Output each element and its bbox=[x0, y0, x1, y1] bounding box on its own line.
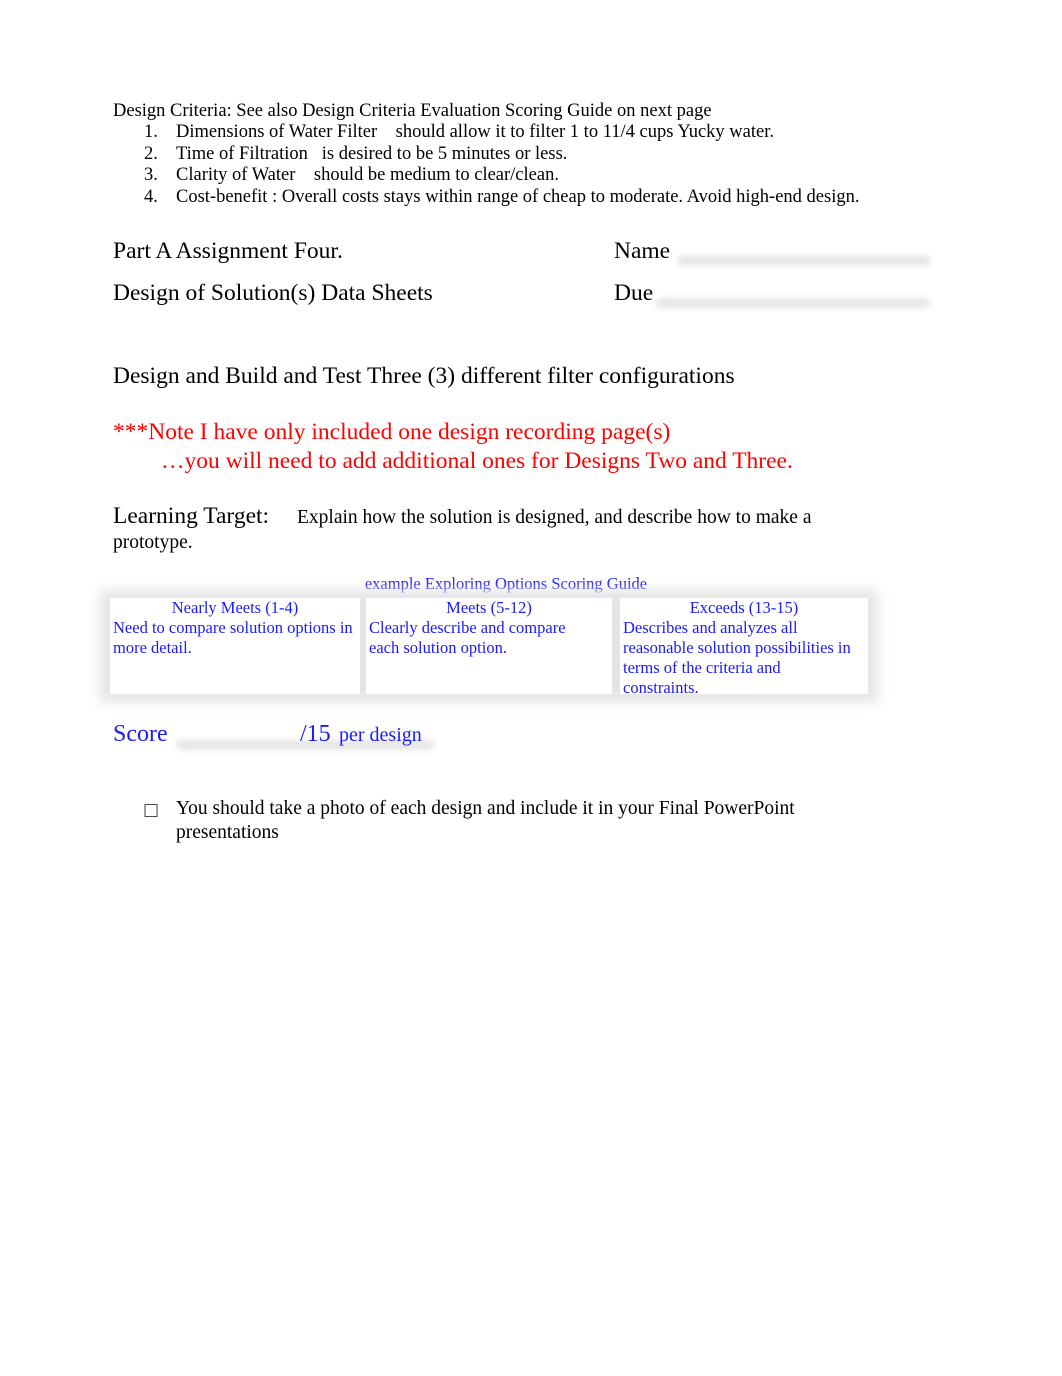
criteria-number: 2. bbox=[144, 143, 158, 164]
column-description: Need to compare solution options in more… bbox=[113, 618, 353, 657]
scoring-column-nearly-meets: Nearly Meets (1-4) Need to compare solut… bbox=[110, 598, 360, 694]
column-heading: Meets (5-12) bbox=[446, 598, 532, 617]
scoring-column-exceeds: Exceeds (13-15) Describes and analyzes a… bbox=[620, 598, 868, 697]
score-label: Score bbox=[113, 721, 168, 747]
learning-target-label: Learning Target: bbox=[113, 503, 270, 529]
criteria-number: 4. bbox=[144, 186, 158, 207]
criteria-number: 3. bbox=[144, 165, 158, 185]
column-heading: Exceeds (13-15) bbox=[689, 598, 799, 617]
criteria-text: Time of Filtration is desired to be 5 mi… bbox=[176, 143, 568, 164]
name-label: Name bbox=[614, 238, 671, 264]
criteria-text: Cost-benefit : Overall costs stays withi… bbox=[176, 186, 860, 207]
assignment-title: Part A Assignment Four. bbox=[113, 238, 343, 264]
score-max: /15 bbox=[300, 721, 331, 747]
learning-target-text-cont: prototype. bbox=[113, 532, 193, 553]
name-field[interactable] bbox=[678, 256, 930, 266]
criteria-text: Dimensions of Water Filter should allow … bbox=[176, 122, 774, 142]
score-suffix: per design bbox=[339, 724, 422, 746]
scoring-column-meets: Meets (5-12) Clearly describe and compar… bbox=[366, 598, 612, 694]
criteria-heading: Design Criteria: See also Design Criteri… bbox=[113, 101, 712, 121]
bullet-icon: □ bbox=[143, 800, 160, 820]
criteria-text: Clarity of Water should be medium to cle… bbox=[176, 165, 559, 185]
instruction-text: Design and Build and Test Three (3) diff… bbox=[113, 363, 735, 389]
criteria-number: 1. bbox=[144, 122, 158, 142]
bullet-text: You should take a photo of each design a… bbox=[176, 798, 795, 843]
learning-target-text: Explain how the solution is designed, an… bbox=[297, 507, 812, 528]
note-line-1: ***Note I have only included one design … bbox=[113, 419, 671, 445]
column-description: Clearly describe and compare each soluti… bbox=[369, 618, 566, 657]
scoring-guide-table: Nearly Meets (1-4) Need to compare solut… bbox=[100, 590, 878, 702]
column-heading: Nearly Meets (1-4) bbox=[171, 598, 299, 617]
due-field[interactable] bbox=[656, 298, 930, 308]
due-label: Due bbox=[614, 280, 654, 306]
page-subtitle: Design of Solution(s) Data Sheets bbox=[113, 280, 433, 306]
note-line-2: …you will need to add additional ones fo… bbox=[161, 448, 793, 474]
column-description: Describes and analyzes all reasonable so… bbox=[623, 618, 851, 697]
